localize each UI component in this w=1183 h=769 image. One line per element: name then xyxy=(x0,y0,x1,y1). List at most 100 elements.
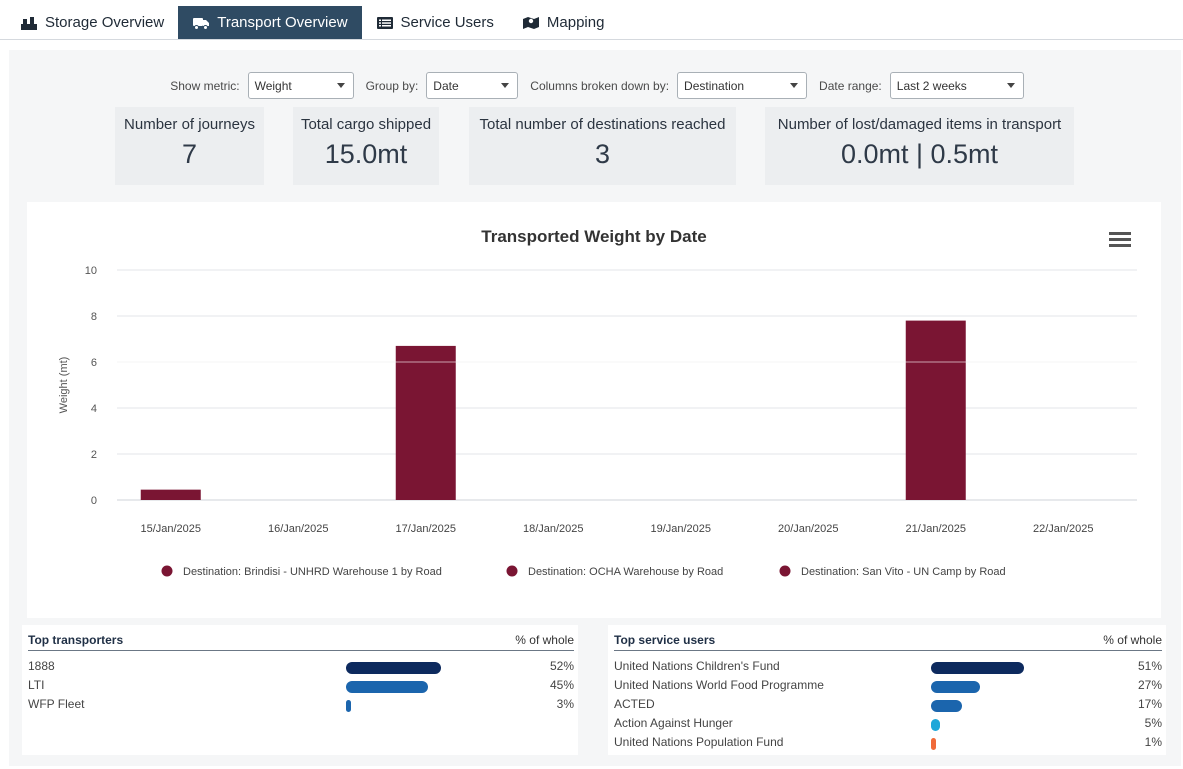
chevron-down-icon xyxy=(336,83,345,88)
x-tick-label: 19/Jan/2025 xyxy=(650,523,711,535)
legend-item: Destination: San Vito - UN Camp by Road xyxy=(801,566,1006,578)
kpi-value: 3 xyxy=(594,139,611,169)
row-name: WFP Fleet xyxy=(28,697,85,711)
y-tick-label: 0 xyxy=(91,495,97,507)
legend-marker xyxy=(506,565,518,577)
row-name: United Nations Children's Fund xyxy=(614,659,780,673)
metric-value: Weight xyxy=(254,78,292,93)
kpi-label: Number of journeys xyxy=(124,116,255,133)
table-title: Top transporters xyxy=(28,633,124,647)
row-name: United Nations World Food Programme xyxy=(614,678,824,692)
y-tick-label: 8 xyxy=(91,311,97,323)
chevron-down-icon xyxy=(1006,83,1015,88)
x-tick-label: 17/Jan/2025 xyxy=(395,523,456,535)
share-bar xyxy=(931,738,936,750)
row-pct: 52% xyxy=(549,659,574,673)
kpi-journeys: Number of journeys 7 xyxy=(115,107,264,185)
kpi-label: Number of lost/damaged items in transpor… xyxy=(777,116,1062,133)
transport-overview-panel: Show metric: Weight Group by: Date Colum… xyxy=(9,50,1181,766)
row-pct: 17% xyxy=(1137,697,1162,711)
row-pct: 27% xyxy=(1137,678,1162,692)
truck-icon xyxy=(193,17,210,30)
y-tick-label: 4 xyxy=(91,403,97,415)
legend-marker xyxy=(161,565,173,577)
table-title: Top service users xyxy=(614,633,716,647)
share-bar xyxy=(346,662,441,674)
date-range-select[interactable]: Last 2 weeks xyxy=(889,72,1024,99)
share-bar xyxy=(931,662,1024,674)
legend-item: Destination: Brindisi - UNHRD Warehouse … xyxy=(183,566,442,578)
menu-line xyxy=(1109,244,1131,247)
table-row: ACTED 17% xyxy=(614,695,1162,714)
group-by-value: Date xyxy=(433,78,459,93)
bar xyxy=(140,489,201,500)
list-icon xyxy=(376,16,393,29)
share-bar xyxy=(931,700,962,712)
row-pct: 51% xyxy=(1137,659,1162,673)
pct-header: % of whole xyxy=(1103,633,1162,647)
table-row: 1888 52% xyxy=(28,657,574,676)
tab-label: Transport Overview xyxy=(217,14,348,31)
tab-label: Service Users xyxy=(400,14,494,31)
kpi-lost-damaged: Number of lost/damaged items in transpor… xyxy=(765,107,1074,185)
x-tick-label: 18/Jan/2025 xyxy=(523,523,584,535)
row-pct: 3% xyxy=(556,697,574,711)
row-name: 1888 xyxy=(28,659,55,673)
kpi-value: 7 xyxy=(181,139,198,169)
metric-select[interactable]: Weight xyxy=(247,72,354,99)
legend-marker xyxy=(779,565,791,577)
kpi-value: 0.0mt | 0.5mt xyxy=(840,139,999,169)
weight-by-date-chart: Transported Weight by Date 0 2 4 6 8 10 Weight … xyxy=(58,227,1137,578)
kpi-destinations: Total number of destinations reached 3 xyxy=(469,107,736,185)
table-header: Top transporters % of whole xyxy=(28,633,574,651)
kpi-cargo: Total cargo shipped 15.0mt xyxy=(293,107,439,185)
storage-icon xyxy=(21,16,37,30)
row-name: ACTED xyxy=(614,697,655,711)
tab-mapping[interactable]: Mapping xyxy=(508,6,619,39)
chart-container: Transported Weight by Date 0 2 4 6 8 10 Weight … xyxy=(27,202,1161,618)
row-name: Action Against Hunger xyxy=(614,716,733,730)
kpi-label: Total number of destinations reached xyxy=(479,116,726,133)
metric-label: Show metric: xyxy=(170,78,240,93)
tab-service-users[interactable]: Service Users xyxy=(362,6,508,39)
bar xyxy=(395,345,456,500)
table-row: United Nations Population Fund 1% xyxy=(614,733,1162,752)
x-tick-label: 21/Jan/2025 xyxy=(905,523,966,535)
share-bar xyxy=(346,681,428,693)
menu-line xyxy=(1109,232,1131,235)
tab-label: Mapping xyxy=(546,14,605,31)
x-tick-label: 15/Jan/2025 xyxy=(140,523,201,535)
chevron-down-icon xyxy=(501,83,510,88)
tab-storage-overview[interactable]: Storage Overview xyxy=(6,6,178,39)
x-tick-label: 16/Jan/2025 xyxy=(268,523,329,535)
table-row: United Nations World Food Programme 27% xyxy=(614,676,1162,695)
date-range-label: Date range: xyxy=(819,78,882,93)
columns-value: Destination xyxy=(684,78,745,93)
x-tick-label: 22/Jan/2025 xyxy=(1033,523,1094,535)
tab-label: Storage Overview xyxy=(45,14,165,31)
y-tick-label: 6 xyxy=(91,357,97,369)
filter-bar: Show metric: Weight Group by: Date Colum… xyxy=(9,72,1181,99)
x-tick-label: 20/Jan/2025 xyxy=(778,523,839,535)
legend-item: Destination: OCHA Warehouse by Road xyxy=(528,566,723,578)
group-by-select[interactable]: Date xyxy=(426,72,519,99)
y-tick-label: 10 xyxy=(85,265,97,277)
pct-header: % of whole xyxy=(515,633,574,647)
columns-select[interactable]: Destination xyxy=(677,72,808,99)
hamburger-menu-icon[interactable] xyxy=(1109,232,1131,247)
tab-transport-overview[interactable]: Transport Overview xyxy=(178,6,362,39)
menu-line xyxy=(1109,238,1131,241)
chart-title: Transported Weight by Date xyxy=(481,227,706,246)
share-bar xyxy=(931,719,940,731)
kpi-label: Total cargo shipped xyxy=(300,116,432,133)
row-name: United Nations Population Fund xyxy=(614,735,784,749)
chevron-down-icon xyxy=(790,83,799,88)
columns-label: Columns broken down by: xyxy=(530,78,670,93)
group-by-label: Group by: xyxy=(365,78,419,93)
table-row: LTI 45% xyxy=(28,676,574,695)
tab-bar: Storage Overview Transport Overview Serv… xyxy=(0,6,1183,40)
row-pct: 45% xyxy=(549,678,574,692)
y-tick-label: 2 xyxy=(91,449,97,461)
kpi-value: 15.0mt xyxy=(324,139,408,169)
share-bar xyxy=(346,700,351,712)
